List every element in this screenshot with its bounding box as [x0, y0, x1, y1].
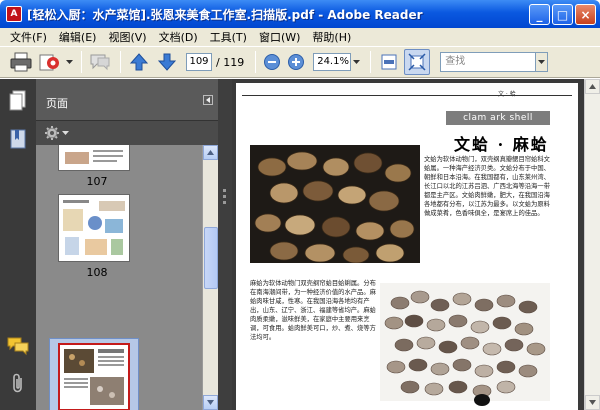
- toolbar: 109 / 119 24.1% 查找: [0, 46, 600, 78]
- pages-icon: [9, 90, 26, 111]
- adobe-reader-icon: A: [6, 6, 22, 22]
- chinese-title: 文蛤 · 麻蛤: [454, 135, 549, 154]
- comments-panel-button[interactable]: [6, 334, 30, 358]
- page-total: / 119: [216, 55, 245, 69]
- document-scrollbar[interactable]: [584, 79, 600, 410]
- chevron-down-icon: [207, 400, 214, 405]
- print-button[interactable]: [8, 49, 34, 75]
- bookmark-icon: [10, 129, 26, 149]
- toolbar-divider: [81, 51, 82, 73]
- comments-icon: [7, 337, 29, 356]
- menu-file[interactable]: 文件(F): [4, 29, 53, 45]
- zoom-out-icon: [264, 54, 281, 70]
- speech-bubble-icon: [90, 54, 110, 71]
- navigation-strip: [0, 79, 36, 410]
- document-view[interactable]: 文 · 蛤 clam ark shell 文蛤 · 麻蛤 文蛤为软体动物门，双壳…: [232, 79, 584, 410]
- scroll-down-button[interactable]: [203, 395, 218, 410]
- title-bar: A [轻松入厨：水产菜馆].张恩来美食工作室.扫描版.pdf - Adobe R…: [0, 0, 600, 28]
- panel-options-button[interactable]: [44, 125, 69, 141]
- pages-panel-button[interactable]: [6, 89, 30, 113]
- scroll-up-button[interactable]: [585, 79, 600, 94]
- zoom-input[interactable]: 24.1%: [313, 53, 352, 71]
- previous-page-button[interactable]: [126, 49, 152, 75]
- menu-edit[interactable]: 编辑(E): [53, 29, 103, 45]
- running-header: 文 · 蛤: [498, 91, 516, 98]
- printer-icon: [10, 52, 32, 72]
- scroll-down-button[interactable]: [585, 395, 600, 410]
- panel-title: 页面: [46, 97, 68, 110]
- chevron-up-icon: [589, 84, 596, 89]
- page-thumbnail-image: [64, 349, 124, 405]
- splitter-grip: [223, 189, 226, 192]
- zoom-in-button[interactable]: [285, 49, 307, 75]
- arrow-down-icon: [157, 53, 177, 71]
- comment-button[interactable]: [87, 49, 113, 75]
- chevron-left-icon: [206, 97, 210, 103]
- menu-tools[interactable]: 工具(T): [204, 29, 253, 45]
- fit-window-button[interactable]: [404, 49, 431, 75]
- thumbnail-list[interactable]: 107 108: [36, 145, 202, 410]
- arrow-up-icon: [129, 53, 149, 71]
- scrollbar-thumb[interactable]: [204, 227, 218, 289]
- chevron-down-icon: [65, 59, 73, 64]
- article-text-left: 麻蛤为软体动物门双壳纲帘蛤目蛤蜊属。分布在南海潮间带，为一种经济价值的水产品。麻…: [250, 280, 376, 341]
- page-thumbnail-image: [63, 200, 125, 255]
- chevron-down-icon: [538, 59, 546, 64]
- zoom-in-icon: [288, 54, 305, 70]
- menu-bar: 文件(F) 编辑(E) 视图(V) 文档(D) 工具(T) 窗口(W) 帮助(H…: [0, 28, 600, 46]
- minimize-button[interactable]: _: [529, 4, 550, 25]
- scroll-up-button[interactable]: [203, 145, 218, 160]
- search-dropdown[interactable]: [536, 52, 549, 72]
- single-page-button[interactable]: [376, 49, 402, 75]
- share-button[interactable]: [36, 49, 62, 75]
- attachments-panel-button[interactable]: [6, 372, 30, 396]
- page-layout-icon: [381, 54, 397, 70]
- thumbnail-label: 108: [86, 266, 108, 279]
- pdf-page: 文 · 蛤 clam ark shell 文蛤 · 麻蛤 文蛤为软体动物门，双壳…: [236, 83, 578, 410]
- splitter-grip: [223, 195, 226, 198]
- toolbar-divider: [255, 51, 257, 73]
- menu-window[interactable]: 窗口(W): [253, 29, 306, 45]
- menu-help[interactable]: 帮助(H): [306, 29, 357, 45]
- thumbnail-scrollbar[interactable]: [202, 145, 218, 410]
- menu-view[interactable]: 视图(V): [102, 29, 152, 45]
- clam-photo: [250, 145, 420, 263]
- panel-splitter[interactable]: [218, 79, 232, 410]
- toolbar-divider: [370, 51, 372, 73]
- chevron-down-icon: [352, 59, 360, 64]
- bookmarks-panel-button[interactable]: [6, 127, 30, 151]
- chevron-down-icon: [62, 130, 69, 135]
- chevron-down-icon: [589, 400, 596, 405]
- share-dropdown[interactable]: [64, 49, 74, 75]
- splitter-grip: [223, 201, 226, 204]
- thumbnail-page-108[interactable]: [58, 194, 130, 262]
- thumbnail-page-107[interactable]: [58, 145, 130, 171]
- email-share-icon: [39, 54, 59, 71]
- chevron-up-icon: [207, 150, 214, 155]
- fit-window-icon: [408, 53, 426, 71]
- zoom-dropdown[interactable]: [351, 53, 361, 71]
- panel-header: 页面: [36, 79, 218, 121]
- collapse-panel-button[interactable]: [203, 95, 213, 105]
- page-thumbnail-image: [65, 150, 123, 164]
- close-button[interactable]: ×: [575, 4, 596, 25]
- maximize-button[interactable]: □: [552, 4, 573, 25]
- next-page-button[interactable]: [154, 49, 180, 75]
- header-rule: [242, 95, 572, 96]
- clam-photo-second: [380, 283, 550, 401]
- menu-document[interactable]: 文档(D): [153, 29, 204, 45]
- pages-panel: 页面 107 108: [36, 79, 218, 410]
- toolbar-divider: [120, 51, 121, 73]
- thumbnail-page-109[interactable]: [58, 343, 130, 410]
- zoom-out-button[interactable]: [261, 49, 283, 75]
- article-text-right: 文蛤为软体动物门，双壳纲真瓣鳃目帘蛤科文蛤属。一种海产经济贝类。文蛤分布于中国、…: [424, 156, 550, 217]
- thumbnail-label: 107: [86, 175, 108, 188]
- english-title: clam ark shell: [446, 111, 550, 125]
- window-title: [轻松入厨：水产菜馆].张恩来美食工作室.扫描版.pdf - Adobe Rea…: [27, 7, 423, 22]
- gear-icon: [45, 126, 59, 140]
- paperclip-icon: [13, 373, 22, 393]
- search-input[interactable]: 查找: [440, 52, 537, 72]
- page-mark: [474, 394, 490, 406]
- page-number-input[interactable]: 109: [186, 53, 212, 71]
